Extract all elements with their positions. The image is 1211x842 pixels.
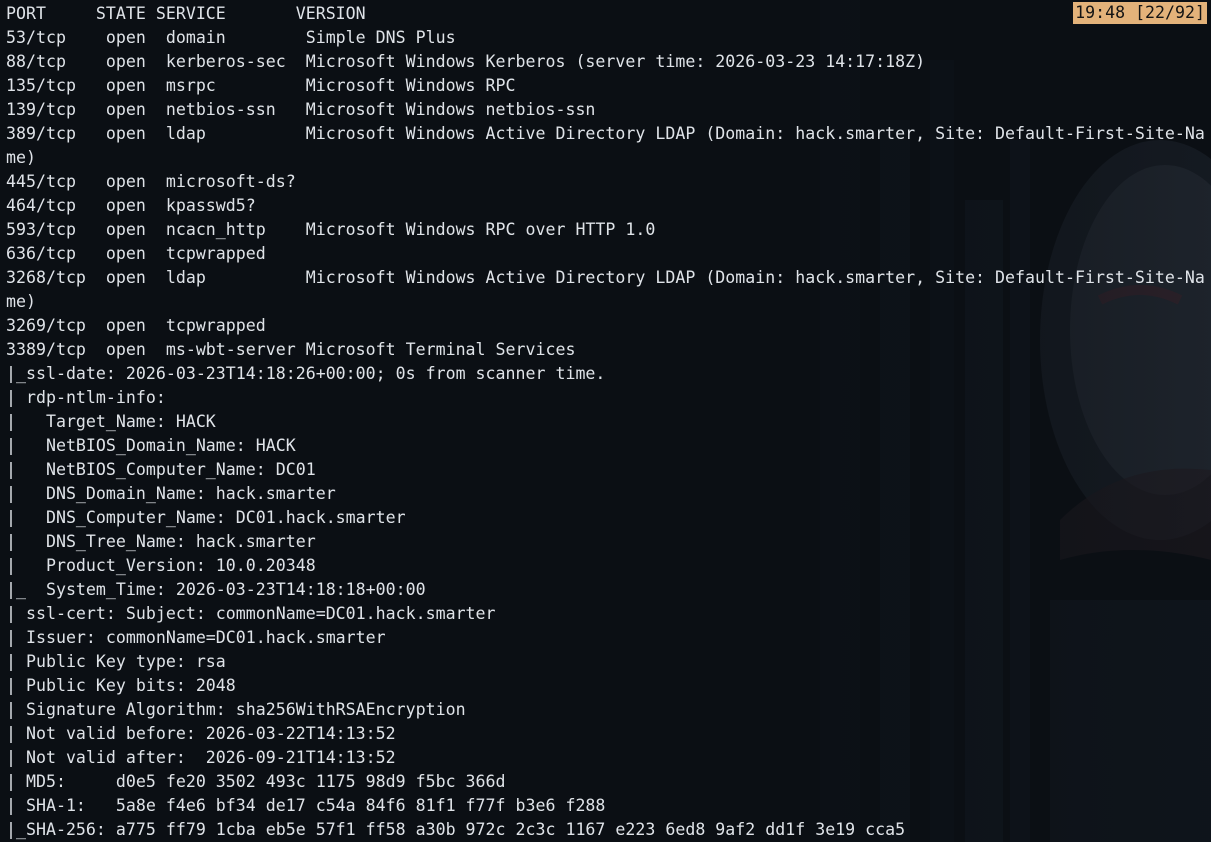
terminal-line: | SHA-1: 5a8e f4e6 bf34 de17 c54a 84f6 8…	[6, 796, 606, 815]
terminal-line: 3269/tcp open tcpwrapped	[6, 316, 266, 335]
terminal-output: PORT STATE SERVICE VERSION 53/tcp open do…	[6, 2, 1211, 842]
terminal-window[interactable]: 19:48 [22/92] PORT STATE SERVICE VERSION…	[0, 0, 1211, 842]
terminal-line: |_ System_Time: 2026-03-23T14:18:18+00:0…	[6, 580, 426, 599]
terminal-line: 53/tcp open domain Simple DNS Plus	[6, 28, 456, 47]
terminal-line: 464/tcp open kpasswd5?	[6, 196, 256, 215]
terminal-line: | DNS_Tree_Name: hack.smarter	[6, 532, 316, 551]
terminal-line: | NetBIOS_Computer_Name: DC01	[6, 460, 316, 479]
terminal-line: | DNS_Domain_Name: hack.smarter	[6, 484, 336, 503]
terminal-line: | DNS_Computer_Name: DC01.hack.smarter	[6, 508, 406, 527]
terminal-line: | Public Key bits: 2048	[6, 676, 236, 695]
terminal-line: 3268/tcp open ldap Microsoft Windows Act…	[6, 268, 1205, 287]
terminal-line: | NetBIOS_Domain_Name: HACK	[6, 436, 296, 455]
terminal-line: | Product_Version: 10.0.20348	[6, 556, 316, 575]
terminal-line: PORT STATE SERVICE VERSION	[6, 4, 366, 23]
terminal-line: 139/tcp open netbios-ssn Microsoft Windo…	[6, 100, 596, 119]
terminal-line: | Not valid before: 2026-03-22T14:13:52	[6, 724, 396, 743]
terminal-line: 593/tcp open ncacn_http Microsoft Window…	[6, 220, 656, 239]
terminal-line: 636/tcp open tcpwrapped	[6, 244, 266, 263]
terminal-line: 445/tcp open microsoft-ds?	[6, 172, 296, 191]
terminal-line: | Issuer: commonName=DC01.hack.smarter	[6, 628, 386, 647]
terminal-line: | Public Key type: rsa	[6, 652, 226, 671]
terminal-line: 135/tcp open msrpc Microsoft Windows RPC	[6, 76, 516, 95]
terminal-line: | Signature Algorithm: sha256WithRSAEncr…	[6, 700, 466, 719]
terminal-line: 3389/tcp open ms-wbt-server Microsoft Te…	[6, 340, 576, 359]
terminal-line: me)	[6, 148, 36, 167]
terminal-line: me)	[6, 292, 36, 311]
terminal-line: | Target_Name: HACK	[6, 412, 216, 431]
terminal-line: 389/tcp open ldap Microsoft Windows Acti…	[6, 124, 1205, 143]
terminal-line: | Not valid after: 2026-09-21T14:13:52	[6, 748, 396, 767]
terminal-line: |_ssl-date: 2026-03-23T14:18:26+00:00; 0…	[6, 364, 606, 383]
terminal-line: 88/tcp open kerberos-sec Microsoft Windo…	[6, 52, 926, 71]
terminal-line: |_SHA-256: a775 ff79 1cba eb5e 57f1 ff58…	[6, 820, 906, 839]
terminal-line: | MD5: d0e5 fe20 3502 493c 1175 98d9 f5b…	[6, 772, 506, 791]
terminal-line: | ssl-cert: Subject: commonName=DC01.hac…	[6, 604, 496, 623]
terminal-line: | rdp-ntlm-info:	[6, 388, 166, 407]
